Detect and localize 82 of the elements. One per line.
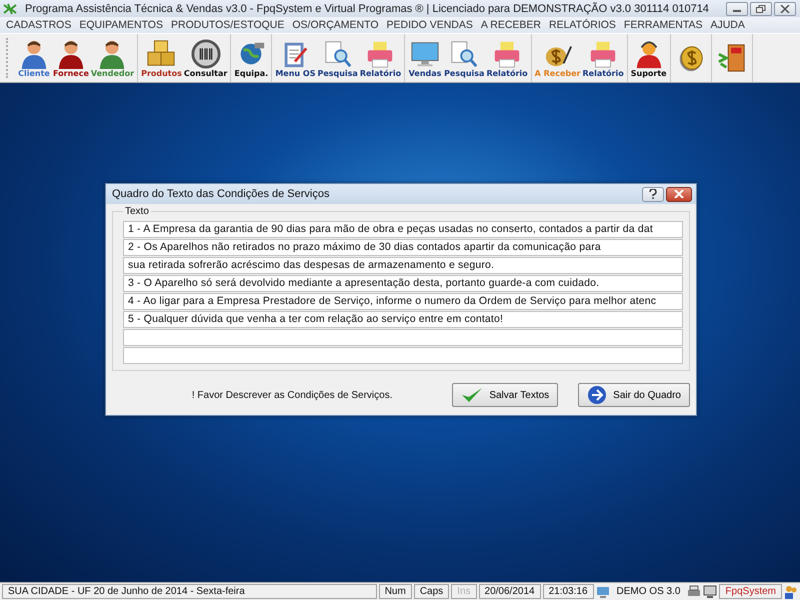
document-search-icon [322,38,353,68]
toolbar-button[interactable]: Vendedor [90,34,136,82]
exit-button[interactable]: Sair do Quadro [578,383,690,407]
menu-item[interactable]: FERRAMENTAS [620,17,706,33]
menu-item[interactable]: PEDIDO VENDAS [382,17,477,33]
toolbar-button[interactable]: Vendas [407,34,444,82]
toolbar-button[interactable]: Equipa. [233,34,270,82]
toolbar-label: Relatório [360,68,402,78]
text-line-field[interactable]: 1 - A Empresa da garantia de 90 dias para mão de obra e peças usadas no conserto, contados a partir da dat [123,221,683,238]
toolbar-label: Cliente [18,68,50,78]
text-line-field[interactable]: 4 - Ao ligar para a Empresa Prestadore de Serviço, informe o numero da Ordem de Serviço para melhor atenc [123,293,683,310]
toolbar-button[interactable]: Suporte [630,34,668,82]
computer-icon [596,584,610,598]
toolbar-button[interactable]: Produtos [140,34,183,82]
brand-text: FpqSystem [719,584,782,599]
toolbar-label: Produtos [141,68,182,78]
toolbar-button[interactable]: Menu OS [274,34,316,82]
toolbar-button[interactable]: Relatório [582,34,625,82]
close-button[interactable] [666,186,692,202]
toolbar-label: Vendedor [90,68,134,78]
date-text: 20/06/2014 [478,584,541,599]
menu-item[interactable]: AJUDA [706,17,749,33]
person-icon [19,38,49,68]
menu-item[interactable]: PRODUTOS/ESTOQUE [166,17,288,33]
text-line-field[interactable]: 5 - Qualquer dúvida que venha a ter com relação ao serviço entre em contato! [123,311,683,328]
toolbar-label: Relatório [486,68,528,78]
key-indicator: Ins [451,584,477,599]
key-indicator: Num [378,584,412,599]
menu-item[interactable]: CADASTROS [2,17,76,33]
text-line-field[interactable]: 2 - Os Aparelhos não retirados no prazo máximo de 30 dias contados apartir da comunicação para [123,239,683,256]
version-text: DEMO OS 3.0 [616,585,682,598]
text-line-field[interactable] [123,329,683,346]
location-date-text: SUA CIDADE - UF 20 de Junho de 2014 - Sexta-feira [2,584,377,599]
toolbar-button[interactable]: Pesquisa [443,34,486,82]
toolbar-label: Pesquisa [317,68,358,78]
close-icon [674,190,684,198]
minimize-button[interactable] [726,2,748,16]
toolbar-button[interactable]: Relatório [485,34,529,82]
exit-door-icon [716,43,747,73]
save-button[interactable]: Salvar Textos [452,383,558,407]
group-label: Texto [124,206,150,217]
toolbar-button[interactable]: Cliente [16,34,52,82]
key-indicator: Caps [414,584,450,599]
dialog-title: Quadro do Texto das Condições de Serviços [112,188,330,200]
toolbar-label: Pesquisa [444,68,484,78]
menu-item[interactable]: OS/ORÇAMENTO [288,17,383,33]
boxes-icon [146,38,176,68]
toolbar-label: Relatório [582,68,624,78]
time-text: 21:03:16 [542,584,594,599]
question-mark-icon [649,189,657,199]
menu-item[interactable]: EQUIPAMENTOS [75,17,167,33]
toolbar-label: Fornece [53,68,89,78]
toolbar-label: Equipa. [234,68,268,78]
document-search-icon [449,38,480,68]
toolbar-label: Consultar [184,68,228,78]
restore-button[interactable] [750,2,772,16]
checkmark-icon [461,386,484,404]
close-icon [780,4,790,12]
window-title: Programa Assistência Técnica & Vendas v3.0 - FpqSystem e Virtual Programas ® | Licenciado para DEMONSTRAÇÃO v3.0 301114 010714 [25,2,710,14]
toolbar-label: Menu OS [275,68,316,78]
hint-text: ! Favor Descrever as Condições de Serviços. [190,390,394,400]
printer-icon [687,584,702,598]
toolbar-button[interactable]: Pesquisa [316,34,359,82]
barcode-icon [190,38,221,68]
help-button[interactable] [642,186,664,202]
toolbar-label: A Receber [534,68,580,78]
close-button[interactable] [774,2,796,16]
people-icon [784,584,798,598]
monitor-icon [703,584,718,598]
menu-item[interactable]: RELATÓRIOS [545,17,620,33]
arrow-circle-icon [587,385,608,405]
toolbar-label: Suporte [630,68,667,78]
toolbar-button[interactable]: Fornece [52,34,90,82]
restore-icon [756,4,766,12]
toolbar-button[interactable]: Relatório [358,34,402,82]
text-line-field[interactable] [123,347,683,364]
text-line-field[interactable]: sua retirada sofrerão acréscimo das despesas de armazenamento e seguro. [123,257,683,274]
text-line-field[interactable]: 3 - O Aparelho só será devolvido mediante a apresentação desta, portanto guarde-a com cuidado. [123,275,683,292]
toolbar-button[interactable]: Consultar [182,34,228,82]
menu-item[interactable]: A RECEBER [476,17,545,33]
app-icon [3,2,17,14]
toolbar-label: Vendas [408,68,442,78]
